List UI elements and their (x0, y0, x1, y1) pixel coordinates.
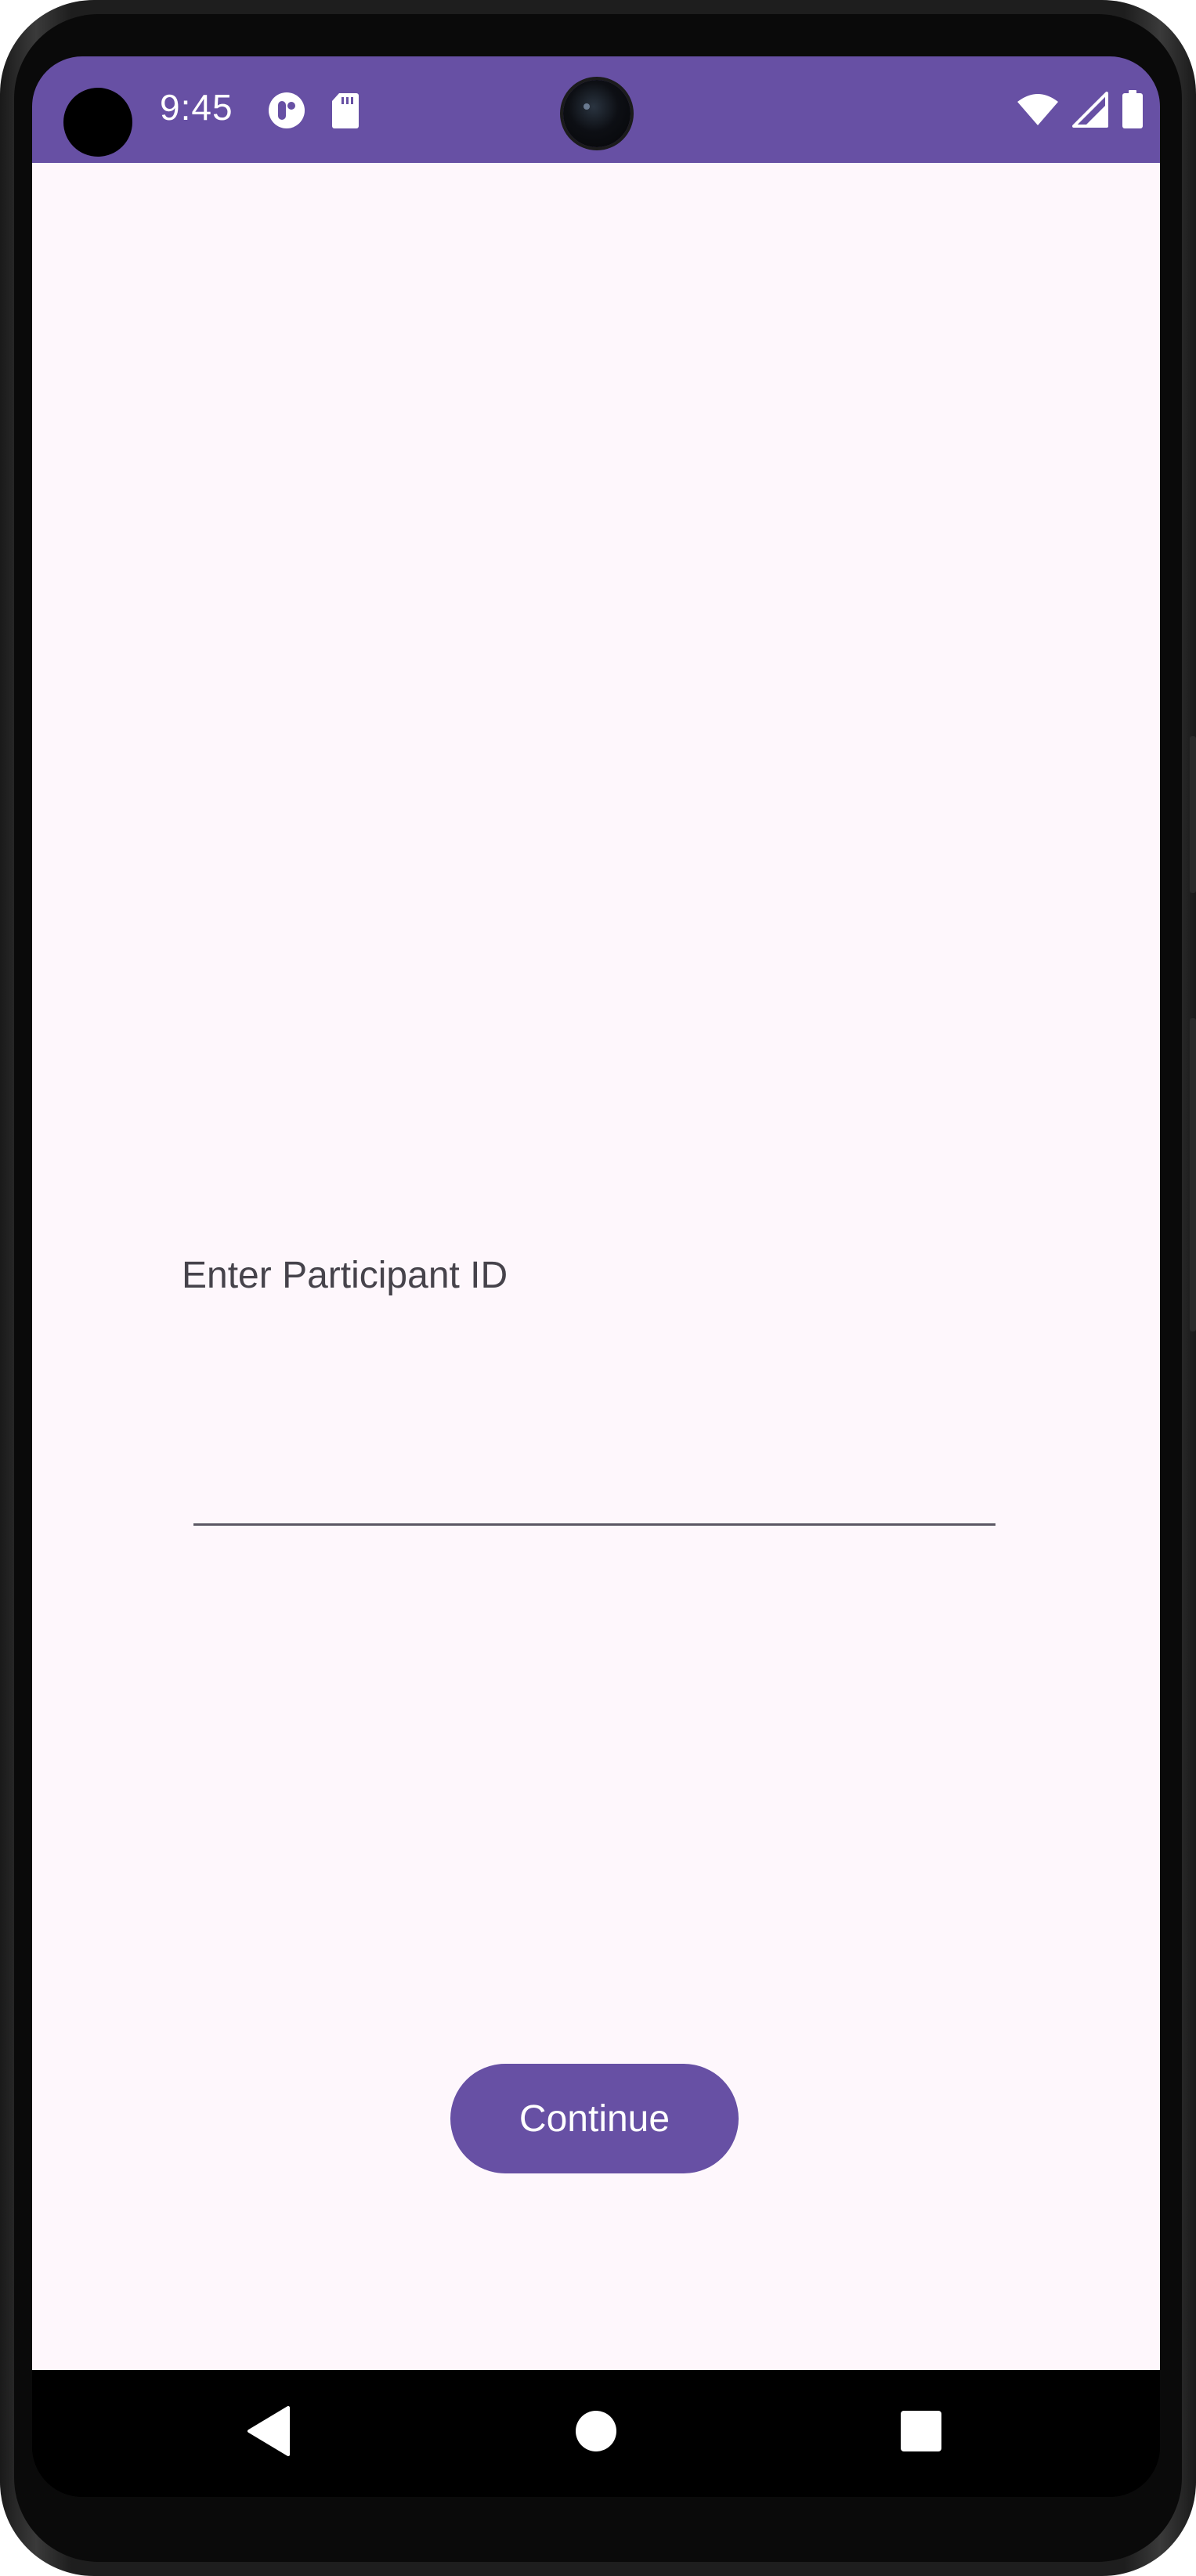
navigation-bar (32, 2370, 1160, 2497)
nav-home-button[interactable] (549, 2386, 643, 2480)
phone-screen: 9:45 Enter Participant ID Continue (32, 56, 1160, 2497)
sd-card-icon (330, 91, 361, 130)
power-button (1190, 1018, 1196, 1331)
status-time: 9:45 (160, 87, 233, 128)
recents-icon (900, 2410, 942, 2456)
battery-icon (1121, 89, 1144, 133)
participant-id-input[interactable] (193, 1369, 995, 1526)
nav-back-button[interactable] (222, 2386, 316, 2480)
continue-button[interactable]: Continue (450, 2064, 739, 2173)
back-icon (246, 2405, 293, 2460)
participant-id-label: Enter Participant ID (182, 1255, 508, 1296)
wifi-icon (1016, 92, 1060, 131)
main-content: Enter Participant ID Continue (32, 163, 1160, 2370)
front-camera (563, 80, 631, 147)
home-icon (575, 2410, 617, 2456)
nav-recents-button[interactable] (874, 2386, 968, 2480)
status-indicator-dot (63, 88, 132, 157)
app-notification-icon (267, 91, 306, 130)
status-right-icons (1016, 89, 1144, 133)
volume-button (1190, 736, 1196, 893)
status-bar: 9:45 (32, 56, 1160, 163)
cellular-signal-icon (1072, 91, 1108, 132)
